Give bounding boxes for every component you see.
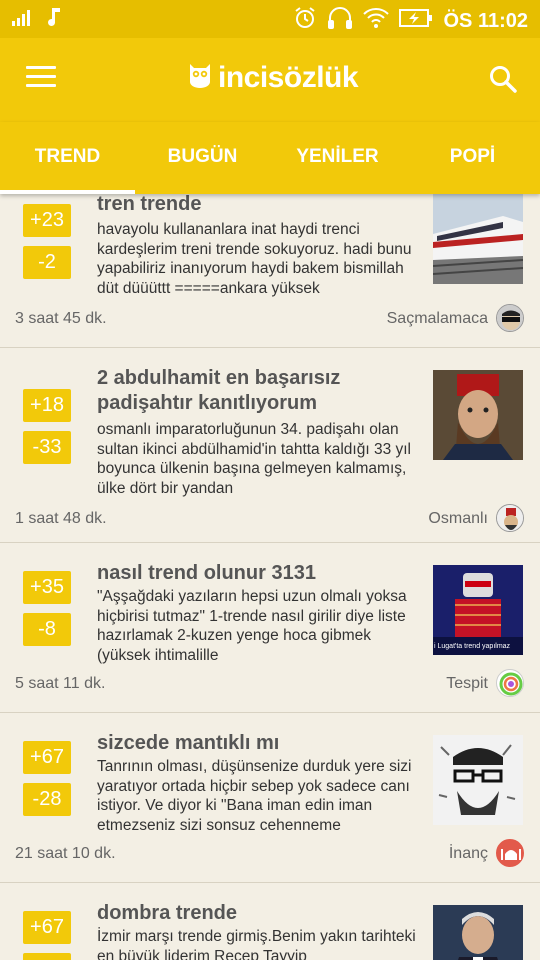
rainbow-ring-avatar[interactable] xyxy=(496,669,524,697)
post-title[interactable]: tren trende xyxy=(97,194,422,217)
app-logo: incisözlük xyxy=(188,60,359,96)
sunglasses-avatar[interactable] xyxy=(496,304,524,332)
post-card[interactable]: +23 -2 tren trende havayolu kullananlara… xyxy=(0,194,540,348)
post-excerpt: "Aşşağdaki yazıların hepsi uzun olmalı y… xyxy=(97,588,407,664)
tab-popi[interactable]: POPİ xyxy=(405,122,540,194)
post-title[interactable]: dombra trende xyxy=(97,901,422,926)
downvote-button[interactable] xyxy=(23,953,71,960)
tab-trend[interactable]: TREND xyxy=(0,122,135,194)
owl-logo-icon xyxy=(188,60,212,96)
post-title[interactable]: nasıl trend olunur 3131 xyxy=(97,561,422,586)
upvote-button[interactable]: +67 xyxy=(23,741,71,774)
post-card[interactable]: +67 -28 sizcede mantıklı mı Tanrının olm… xyxy=(0,713,540,883)
downvote-button[interactable]: -33 xyxy=(23,431,71,464)
post-time: 3 saat 45 dk. xyxy=(15,310,107,327)
post-thumbnail[interactable] xyxy=(433,735,523,825)
post-excerpt: İzmir marşı trende girmiş.Benim yakın ta… xyxy=(97,928,416,960)
thumbnail-caption: i Lugat'ta trend yapılmaz xyxy=(434,643,511,650)
upvote-button[interactable]: +67 xyxy=(23,911,71,944)
post-excerpt: osmanlı imparatorluğunun 34. padişahı ol… xyxy=(97,421,412,497)
music-note-icon xyxy=(48,8,64,33)
post-thumbnail[interactable] xyxy=(433,194,523,284)
upvote-button[interactable]: +18 xyxy=(23,389,71,422)
tab-bar: TREND BUGÜN YENİLER POPİ xyxy=(0,122,540,194)
post-author[interactable]: Saçmalamaca xyxy=(387,310,488,328)
headset-icon xyxy=(327,6,353,36)
post-card[interactable]: +35 -8 nasıl trend olunur 3131 "Aşşağdak… xyxy=(0,543,540,713)
battery-charging-icon xyxy=(399,8,433,34)
post-time: 21 saat 10 dk. xyxy=(15,845,116,862)
post-title[interactable]: sizcede mantıklı mı xyxy=(97,731,422,756)
post-card[interactable]: +18 -33 2 abdulhamit en başarısız padişa… xyxy=(0,348,540,543)
hamburger-menu-icon[interactable] xyxy=(26,66,56,90)
tab-bugun[interactable]: BUGÜN xyxy=(135,122,270,194)
downvote-button[interactable]: -2 xyxy=(23,246,71,279)
post-author[interactable]: İnanç xyxy=(449,845,488,863)
post-title[interactable]: 2 abdulhamit en başarısız padişahtır kan… xyxy=(97,366,422,416)
app-bar: incisözlük xyxy=(0,38,540,122)
downvote-button[interactable]: -28 xyxy=(23,783,71,816)
post-feed: +23 -2 tren trende havayolu kullananlara… xyxy=(0,194,540,960)
status-bar: ÖS 11:02 xyxy=(0,0,540,38)
signal-bars-icon xyxy=(12,9,34,32)
post-thumbnail[interactable] xyxy=(433,905,523,960)
wifi-icon xyxy=(363,7,390,35)
post-author[interactable]: Tespit xyxy=(446,675,488,693)
mosque-avatar[interactable] xyxy=(496,839,524,867)
upvote-button[interactable]: +35 xyxy=(23,571,71,604)
post-excerpt: havayolu kullananlara inat haydi trenci … xyxy=(97,221,412,297)
logo-text: incisözlük xyxy=(218,61,359,94)
upvote-button[interactable]: +23 xyxy=(23,204,71,237)
post-time: 1 saat 48 dk. xyxy=(15,510,107,527)
search-icon[interactable] xyxy=(488,64,518,94)
post-thumbnail[interactable] xyxy=(433,370,523,460)
tab-yeniler[interactable]: YENİLER xyxy=(270,122,405,194)
downvote-button[interactable]: -8 xyxy=(23,613,71,646)
post-card[interactable]: +67 dombra trende İzmir marşı trende gir… xyxy=(0,883,540,960)
clock-text: ÖS 11:02 xyxy=(443,9,528,32)
post-excerpt: Tanrının olması, düşünsenize durduk yere… xyxy=(97,758,412,834)
post-time: 5 saat 11 dk. xyxy=(15,675,106,692)
alarm-icon xyxy=(293,6,317,36)
fez-avatar[interactable] xyxy=(496,504,524,532)
post-thumbnail[interactable]: i Lugat'ta trend yapılmaz xyxy=(433,565,523,655)
post-author[interactable]: Osmanlı xyxy=(428,510,488,528)
